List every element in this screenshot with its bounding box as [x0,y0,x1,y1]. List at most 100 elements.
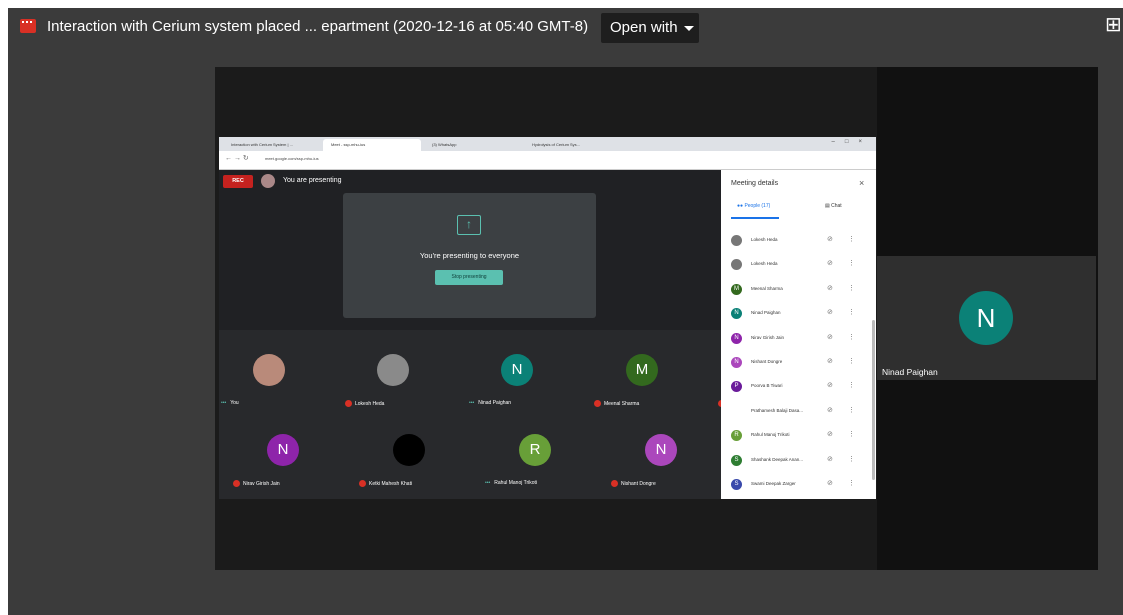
address-bar: ← → ↻ meet.google.com/ssp-mhu-ius [219,151,876,170]
mic-off-icon [594,400,601,407]
more-options-icon[interactable]: ⋮ [848,479,855,487]
mic-off-icon: ⊘ [827,260,833,268]
tab-label: Chat [831,203,842,209]
participant-name: Lokesh Heda [355,400,385,407]
recording-badge: REC [223,175,253,188]
list-item[interactable]: Lokesh Heda ⊘ ⋮ [731,253,861,277]
browser-tab: Hydrolysis of Cerium Sys... [524,139,634,151]
participant-name: Lokesh Heda [751,237,778,242]
tab-strip: Interaction with Cerium System | ... Mee… [219,137,876,151]
participant-name: Rahul Manoj Trikoti [751,432,790,438]
avatar: N [645,434,677,466]
stop-presenting-button: Stop presenting [435,270,503,285]
mic-off-icon: ⊘ [827,406,833,414]
meeting-details-panel: Meeting details × ●● People (17) ▤ Chat … [721,170,876,499]
list-item[interactable]: Prathamesh Balaji Dasa... ⊘ ⋮ [731,400,861,424]
more-options-icon[interactable]: ⋮ [848,235,855,243]
participant-label: Ketki Mahesh Khati [359,480,412,487]
window-controls: –□× [831,139,872,145]
more-options-icon[interactable]: ⋮ [848,357,855,365]
more-options-icon[interactable]: ⋮ [848,308,855,316]
presentation-message: You're presenting to everyone [419,251,520,260]
video-file-icon [20,19,36,33]
more-options-icon[interactable]: ⋮ [848,333,855,341]
panel-title: Meeting details [731,180,779,187]
speaking-indicator-icon: ••• [469,400,475,406]
participant-tile: N ••• Ninad Paighan [467,354,567,434]
participant-name: Nirav Girish Jain [751,334,785,340]
list-item[interactable]: R Rahul Manoj Trikoti ⊘ ⋮ [731,424,861,448]
participant-tile: N Nishant Dongre [611,434,711,499]
list-item[interactable]: N Nishant Dongre ⊘ ⋮ [731,351,861,375]
scrollbar [872,320,875,480]
browser-tab: (3) WhatsApp [424,139,522,151]
more-options-icon[interactable]: ⋮ [848,284,855,292]
avatar: R [731,430,742,442]
list-item[interactable]: N Ninad Paighan ⊘ ⋮ [731,302,861,326]
participant-name: Meenal Sharma [604,400,640,407]
present-screen-icon: ↑ [457,215,481,235]
mic-off-icon [345,400,352,407]
list-item[interactable]: P Poorva B Tiwari ⊘ ⋮ [731,375,861,399]
participant-name: Ninad Paighan [751,310,781,316]
list-item[interactable]: S Shashank Deepak Anan... ⊘ ⋮ [731,449,861,473]
avatar: N [731,308,742,320]
speaking-indicator-icon: ••• [221,400,227,406]
avatar [377,354,409,386]
participant-name: Ninad Paighan [882,367,938,377]
avatar: M [626,354,658,386]
caret-down-icon [683,25,694,31]
add-to-drive-icon[interactable]: ⊞ [1105,15,1123,36]
browser-tab-active: Meet - ssp-mhu-ius [323,139,421,151]
participant-name: Swami Deepak Zarger [751,481,796,486]
open-with-button[interactable]: Open with [601,13,699,43]
participant-tile: ••• You [219,354,319,434]
more-options-icon[interactable]: ⋮ [848,259,855,267]
participant-label: ••• Rahul Manoj Trikoti [485,480,537,486]
participant-name: Prathamesh Balaji Dasa... [751,407,804,413]
avatar [731,235,742,246]
avatar: N [731,332,742,344]
mic-off-icon: ⊘ [827,431,833,439]
avatar: S [731,454,742,466]
avatar [253,354,285,386]
participant-grid: ••• You Lokesh Heda N ••• Ninad Paighan M Meena… [219,330,791,499]
participant-name: Ninad Paighan [478,400,512,406]
participant-label: ••• You [221,400,239,406]
avatar: N [267,434,299,466]
mic-off-icon: ⊘ [827,358,833,365]
mic-off-icon: ⊘ [827,382,833,390]
mic-off-icon [233,480,240,487]
avatar [393,434,425,466]
more-options-icon[interactable]: ⋮ [848,406,855,414]
avatar: M [731,283,742,295]
mic-off-icon [611,480,618,487]
list-item[interactable]: S Swami Deepak Zarger ⊘ ⋮ [731,473,861,497]
mic-off-icon: ⊘ [827,284,833,292]
list-item[interactable]: Lokesh Heda ⊘ ⋮ [731,229,861,253]
speaking-indicator-icon: ••• [485,480,491,486]
avatar [731,259,742,271]
list-item[interactable]: M Meenal Sharma ⊘ ⋮ [731,278,861,302]
participant-label: ••• Ninad Paighan [469,400,511,406]
participant-tile: Lokesh Heda [343,354,443,434]
more-options-icon[interactable]: ⋮ [848,455,855,463]
presenting-status: You are presenting [283,177,342,184]
participant-name: Poorva B Tiwari [751,383,783,389]
mic-off-icon: ⊘ [827,309,833,317]
participant-label: Nirav Girish Jain [233,480,280,487]
participant-name: Rahul Manoj Trikoti [494,480,538,486]
participant-name: Lokesh Heda [751,261,778,267]
more-options-icon[interactable]: ⋮ [848,430,855,438]
avatar: S [731,479,742,490]
browser-tab: Interaction with Cerium System | ... [223,139,321,151]
mic-off-icon: ⊘ [827,333,833,341]
avatar [261,174,275,188]
list-item[interactable]: N Nirav Girish Jain ⊘ ⋮ [731,327,861,351]
more-options-icon[interactable]: ⋮ [848,381,855,389]
avatar: P [731,381,742,393]
tab-chat: ▤ Chat [825,203,842,209]
mic-off-icon: ⊘ [827,455,833,463]
participant-name: Ketki Mahesh Khati [369,480,413,487]
participant-tile: R ••• Rahul Manoj Trikoti [485,434,585,499]
